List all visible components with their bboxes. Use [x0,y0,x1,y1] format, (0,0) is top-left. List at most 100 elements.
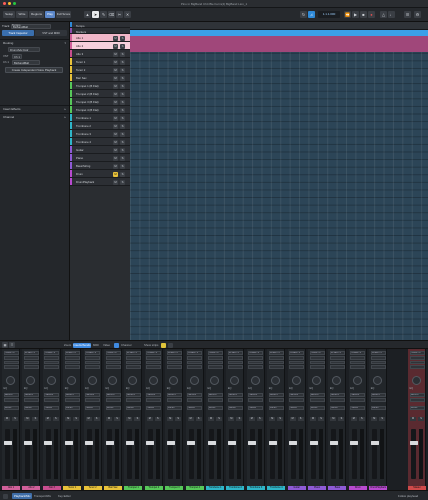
insert-slot[interactable] [125,360,141,364]
pan-knob[interactable] [291,376,301,385]
volume-fader[interactable] [227,429,236,479]
output-route[interactable]: Stereo [289,406,305,410]
volume-fader[interactable] [105,429,114,479]
insert-slot[interactable] [207,356,223,360]
arrange-lane[interactable] [130,180,428,188]
insert-slot[interactable] [409,360,425,364]
eq-label[interactable]: EQ [126,387,141,391]
pan-knob[interactable] [108,376,117,385]
solo-button[interactable]: S [297,417,304,421]
insert-slot[interactable] [3,365,19,369]
solo-button[interactable]: S [154,417,161,421]
insert-slot[interactable] [207,365,223,369]
arrange-lane[interactable] [130,124,428,132]
fader-cap[interactable] [268,441,277,445]
tab-transport-mix[interactable]: Transport/Mix [34,493,51,499]
track-row[interactable]: Trombone 2 MS [70,122,130,130]
output-route[interactable]: Stereo [409,406,425,410]
mixer-channel-strip[interactable]: INSERTS EQ SENDS Stereo M S Trumpet 1 [124,349,143,490]
mute-button[interactable]: M [371,417,378,421]
eq-label[interactable]: EQ [371,387,386,391]
arrange-lane[interactable] [130,100,428,108]
fader-cap[interactable] [146,441,155,445]
inserts-slot[interactable]: INSERTS [105,351,121,355]
fader-cap[interactable] [166,441,175,445]
insert-slot[interactable] [329,365,345,369]
inserts-slot[interactable]: INSERTS [44,351,60,355]
send-slot[interactable] [248,398,264,402]
track-row[interactable]: Alto 2 MS [70,42,130,50]
sends-slot[interactable]: SENDS [64,393,80,397]
track-row[interactable]: Bass/String M S [70,162,130,170]
mute-button[interactable]: M [113,35,118,41]
mixer-channel-strip[interactable]: INSERTS EQ SENDS Stereo M S Trumpet 4 [185,349,204,490]
mute-button[interactable]: M [228,417,235,421]
insert-slot[interactable] [370,356,386,360]
inserts-slot[interactable]: INSERTS [248,351,264,355]
send-slot[interactable] [166,398,182,402]
insert-slot[interactable] [248,360,264,364]
eraser-tool-icon[interactable]: ⌫ [108,11,115,18]
arrange-lane[interactable] [130,84,428,92]
mode-button-play[interactable]: Play [45,11,55,18]
solo-button[interactable]: S [195,417,202,421]
sends-slot[interactable]: SENDS [370,393,386,397]
mixer-channel-strip[interactable]: INSERTS EQ SENDS Stereo M S Tenor 2 [83,349,102,490]
track-row[interactable]: Trumpet 1 (B Flat) M S [70,82,130,90]
arrange-lane[interactable] [130,148,428,156]
mute-button[interactable]: M [113,43,118,49]
insert-slot[interactable] [227,360,243,364]
solo-button[interactable]: S [120,131,125,137]
solo-button[interactable]: S [120,107,125,113]
insert-slot[interactable] [207,360,223,364]
insert-slot[interactable] [3,356,19,360]
pan-knob[interactable] [373,376,383,385]
send-slot[interactable] [409,398,425,402]
sends-slot[interactable]: SENDS [125,393,141,397]
solo-button[interactable]: S [120,35,125,41]
fader-cap[interactable] [64,441,73,445]
pan-knob[interactable] [210,376,219,385]
mute-button[interactable]: M [113,163,118,169]
pan-knob[interactable] [332,376,342,385]
solo-button[interactable]: S [32,417,39,421]
eq-label[interactable]: EQ [289,387,304,391]
send-slot[interactable] [146,398,162,402]
send-slot[interactable] [370,398,386,402]
eq-label[interactable]: EQ [44,387,59,391]
send-slot[interactable] [268,398,284,402]
channel-toggle-icon[interactable] [114,343,119,348]
track-row[interactable]: Alto 1 MS [70,34,130,42]
volume-fader[interactable] [166,429,175,479]
output-route[interactable]: Stereo [44,406,60,410]
volume-fader[interactable] [350,429,359,479]
solo-button[interactable]: S [120,115,125,121]
insert-slot[interactable] [3,360,19,364]
output-route[interactable]: Stereo [370,406,386,410]
track-row[interactable]: DrumPlayback M S [70,178,130,186]
eq-label[interactable]: EQ [269,387,284,391]
send-slot[interactable] [289,398,305,402]
mute-button[interactable]: M [410,417,416,421]
split-tool-icon[interactable]: ✂ [116,11,123,18]
mixer-channel-strip[interactable]: INSERTS EQ SENDS Stereo M S Alto 2 [22,349,41,490]
fader-cap[interactable] [248,441,257,445]
eq-label[interactable]: EQ [146,387,161,391]
track-row[interactable]: Trombone 4 MS [70,138,130,146]
mute-button[interactable]: M [4,417,10,421]
arrange-lane[interactable] [130,116,428,124]
mute-button[interactable]: M [208,417,214,421]
mixer-channel-strip[interactable]: INSERTS EQ SENDS Stereo M S Trombone 2 [226,349,245,490]
inserts-slot[interactable]: INSERTS [350,351,366,355]
arrange-lane[interactable] [130,156,428,164]
output-route[interactable]: Stereo [227,406,243,410]
arrange-lane[interactable] [130,76,428,84]
select-tool-icon[interactable]: ▲ [84,11,91,18]
insert-slot[interactable] [248,356,264,360]
mute-button[interactable]: M [248,417,255,421]
pan-knob[interactable] [230,376,240,385]
record-icon[interactable]: ● [368,11,375,18]
mixer-channel-strip[interactable]: INSERTS EQ SENDS Stereo M S Trombone 4 [267,349,286,490]
output-route[interactable]: Stereo [23,406,39,410]
click-icon[interactable]: ♫ [308,11,315,18]
